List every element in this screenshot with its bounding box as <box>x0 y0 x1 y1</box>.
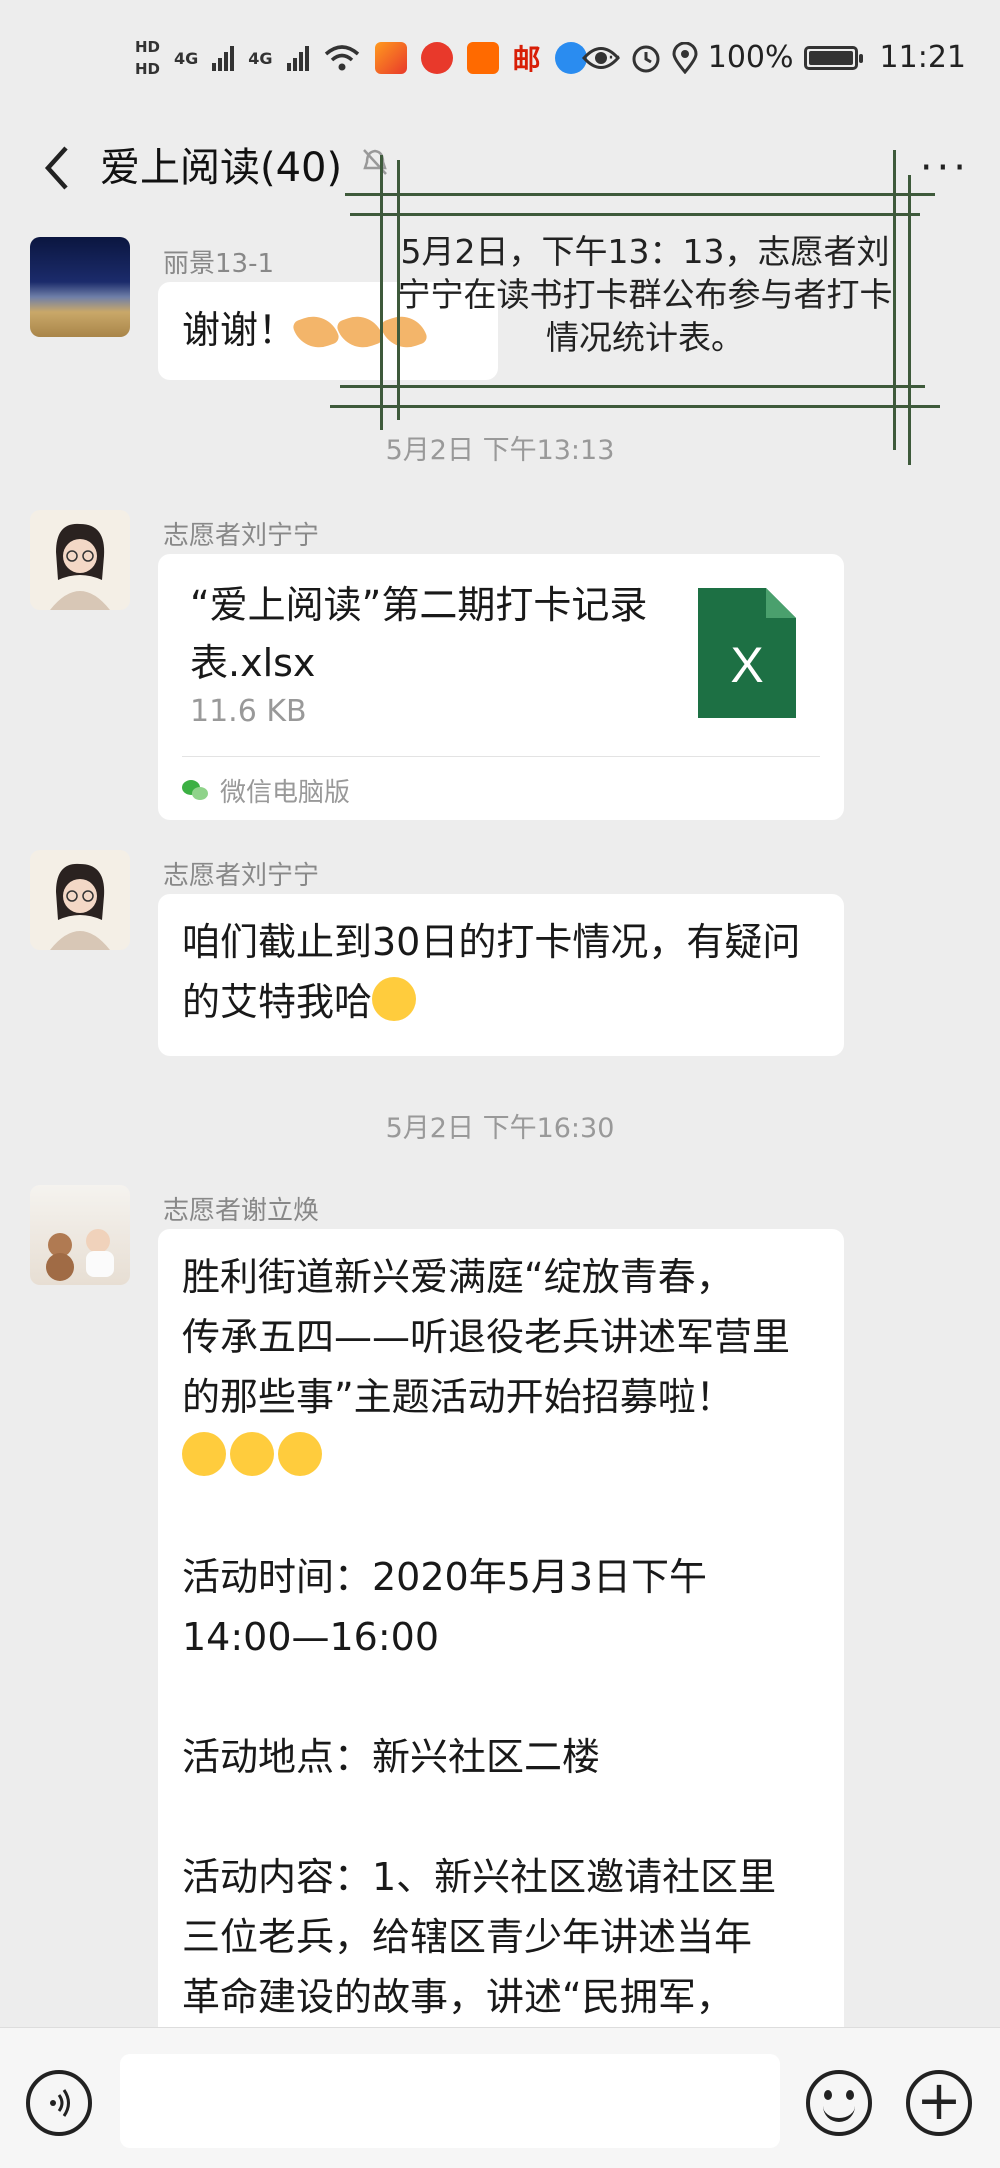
message-line: 的那些事”主题活动开始招募啦！ <box>182 1375 734 1419</box>
clock-time: 11:21 <box>879 40 966 75</box>
clapping-hands-emoji-icon <box>291 309 341 355</box>
signal2-label: 4G <box>248 48 273 68</box>
child-photo-icon <box>46 1229 114 1281</box>
annotation-frame-line <box>330 405 940 408</box>
file-source: 微信电脑版 <box>182 772 350 809</box>
message-input[interactable] <box>120 2054 780 2148</box>
avatar[interactable] <box>30 510 130 610</box>
message-text: 谢谢！ <box>182 308 297 352</box>
taobao-app-icon <box>466 42 499 74</box>
location-app-icon <box>420 42 453 74</box>
chat-title: 爱上阅读(40) <box>100 145 343 191</box>
message-line: 活动内容：1、新兴社区邀请社区里 <box>182 1855 777 1899</box>
hd-indicator: HD HD <box>135 36 160 80</box>
annotation-frame-line <box>380 155 383 430</box>
avatar[interactable] <box>30 237 130 337</box>
signal-bars-icon <box>212 45 235 71</box>
message-line: 传承五四——听退役老兵讲述军营里 <box>182 1315 791 1359</box>
message-line: 三位老兵，给辖区青少年讲述当年 <box>182 1915 753 1959</box>
hug-emoji-icon <box>230 1432 274 1476</box>
hug-emoji-icon <box>278 1432 322 1476</box>
annotation-frame-line <box>908 175 911 465</box>
avatar[interactable] <box>30 850 130 950</box>
file-source-label: 微信电脑版 <box>220 778 351 808</box>
person-photo-icon <box>50 863 110 950</box>
battery-icon <box>803 45 863 70</box>
more-actions-button[interactable]: + <box>906 2070 972 2136</box>
message-timestamp: 5月2日 下午16:30 <box>385 1113 615 1144</box>
signal1-label: 4G <box>174 48 199 68</box>
message-bubble[interactable]: 咱们截止到30日的打卡情况，有疑问的艾特我哈 <box>158 894 844 1056</box>
clapping-hands-emoji-icon <box>335 309 385 355</box>
mute-bell-icon <box>362 148 388 183</box>
sender-name: 志愿者刘宁宁 <box>163 521 320 551</box>
sender-name: 志愿者谢立焕 <box>163 1196 320 1226</box>
annotation-frame-line <box>340 385 925 388</box>
eye-icon <box>581 46 620 69</box>
excel-file-icon: X <box>698 588 796 718</box>
signal-bars-icon <box>286 45 309 71</box>
status-right-icons: 100% 11:21 <box>581 40 966 75</box>
emoji-row <box>182 1427 820 1487</box>
message-line: 革命建设的故事，讲述“民拥军， <box>182 1975 734 2019</box>
post-app-icon: 邮 <box>512 43 541 76</box>
hd1-label: HD <box>135 38 161 56</box>
annotation-frame-line <box>350 213 920 216</box>
app-notification-icon <box>374 42 407 74</box>
message-text: 咱们截止到30日的打卡情况，有疑问的艾特我哈 <box>182 920 801 1024</box>
more-options-button[interactable]: ··· <box>920 138 970 198</box>
excel-icon-label: X <box>730 637 764 693</box>
annotation-caption: 5月2日，下午13：13，志愿者刘宁宁在读书打卡群公布参与者打卡情况统计表。 <box>397 232 893 357</box>
message-line: 活动地点：新兴社区二楼 <box>182 1735 601 1779</box>
hd2-label: HD <box>135 60 161 78</box>
status-left-icons: HD HD 4G 4G 邮 ··· <box>135 28 622 88</box>
wechat-icon <box>182 779 210 802</box>
chevron-left-icon <box>44 146 68 190</box>
status-bar: HD HD 4G 4G 邮 ··· 100% 11:21 <box>0 0 1000 120</box>
back-button[interactable] <box>36 138 96 198</box>
message-line: 14:00—16:00 <box>182 1615 440 1659</box>
voice-input-button[interactable] <box>26 2070 92 2136</box>
emoji-button[interactable] <box>806 2070 872 2136</box>
message-timestamp: 5月2日 下午13:13 <box>385 435 615 466</box>
divider <box>182 756 820 757</box>
smile-emoji-icon <box>372 977 417 1021</box>
message-line: 活动时间：2020年5月3日下午 <box>182 1555 708 1599</box>
file-name: “爱上阅读”第二期打卡记录表.xlsx <box>190 583 648 685</box>
person-photo-icon <box>50 523 110 610</box>
alarm-icon <box>632 45 660 72</box>
file-size: 11.6 KB <box>190 694 307 729</box>
chat-input-bar: + <box>0 2027 1000 2168</box>
sender-name: 丽景13-1 <box>163 249 275 279</box>
chat-header: 爱上阅读(40) ··· <box>0 120 1000 220</box>
message-bubble[interactable]: 胜利街道新兴爱满庭“绽放青春， 传承五四——听退役老兵讲述军营里 的那些事”主题… <box>158 1229 844 2069</box>
voice-icon <box>50 2089 70 2117</box>
wifi-icon <box>324 45 359 71</box>
sender-name: 志愿者刘宁宁 <box>163 861 320 891</box>
message-line: 胜利街道新兴爱满庭“绽放青春， <box>182 1255 734 1299</box>
avatar[interactable] <box>30 1185 130 1285</box>
hug-emoji-icon <box>182 1432 226 1476</box>
file-message-card[interactable]: “爱上阅读”第二期打卡记录表.xlsx 11.6 KB X 微信电脑版 <box>158 554 844 820</box>
battery-percent: 100% <box>707 40 794 75</box>
location-pin-icon <box>672 41 698 74</box>
annotation-frame-line <box>345 193 935 196</box>
